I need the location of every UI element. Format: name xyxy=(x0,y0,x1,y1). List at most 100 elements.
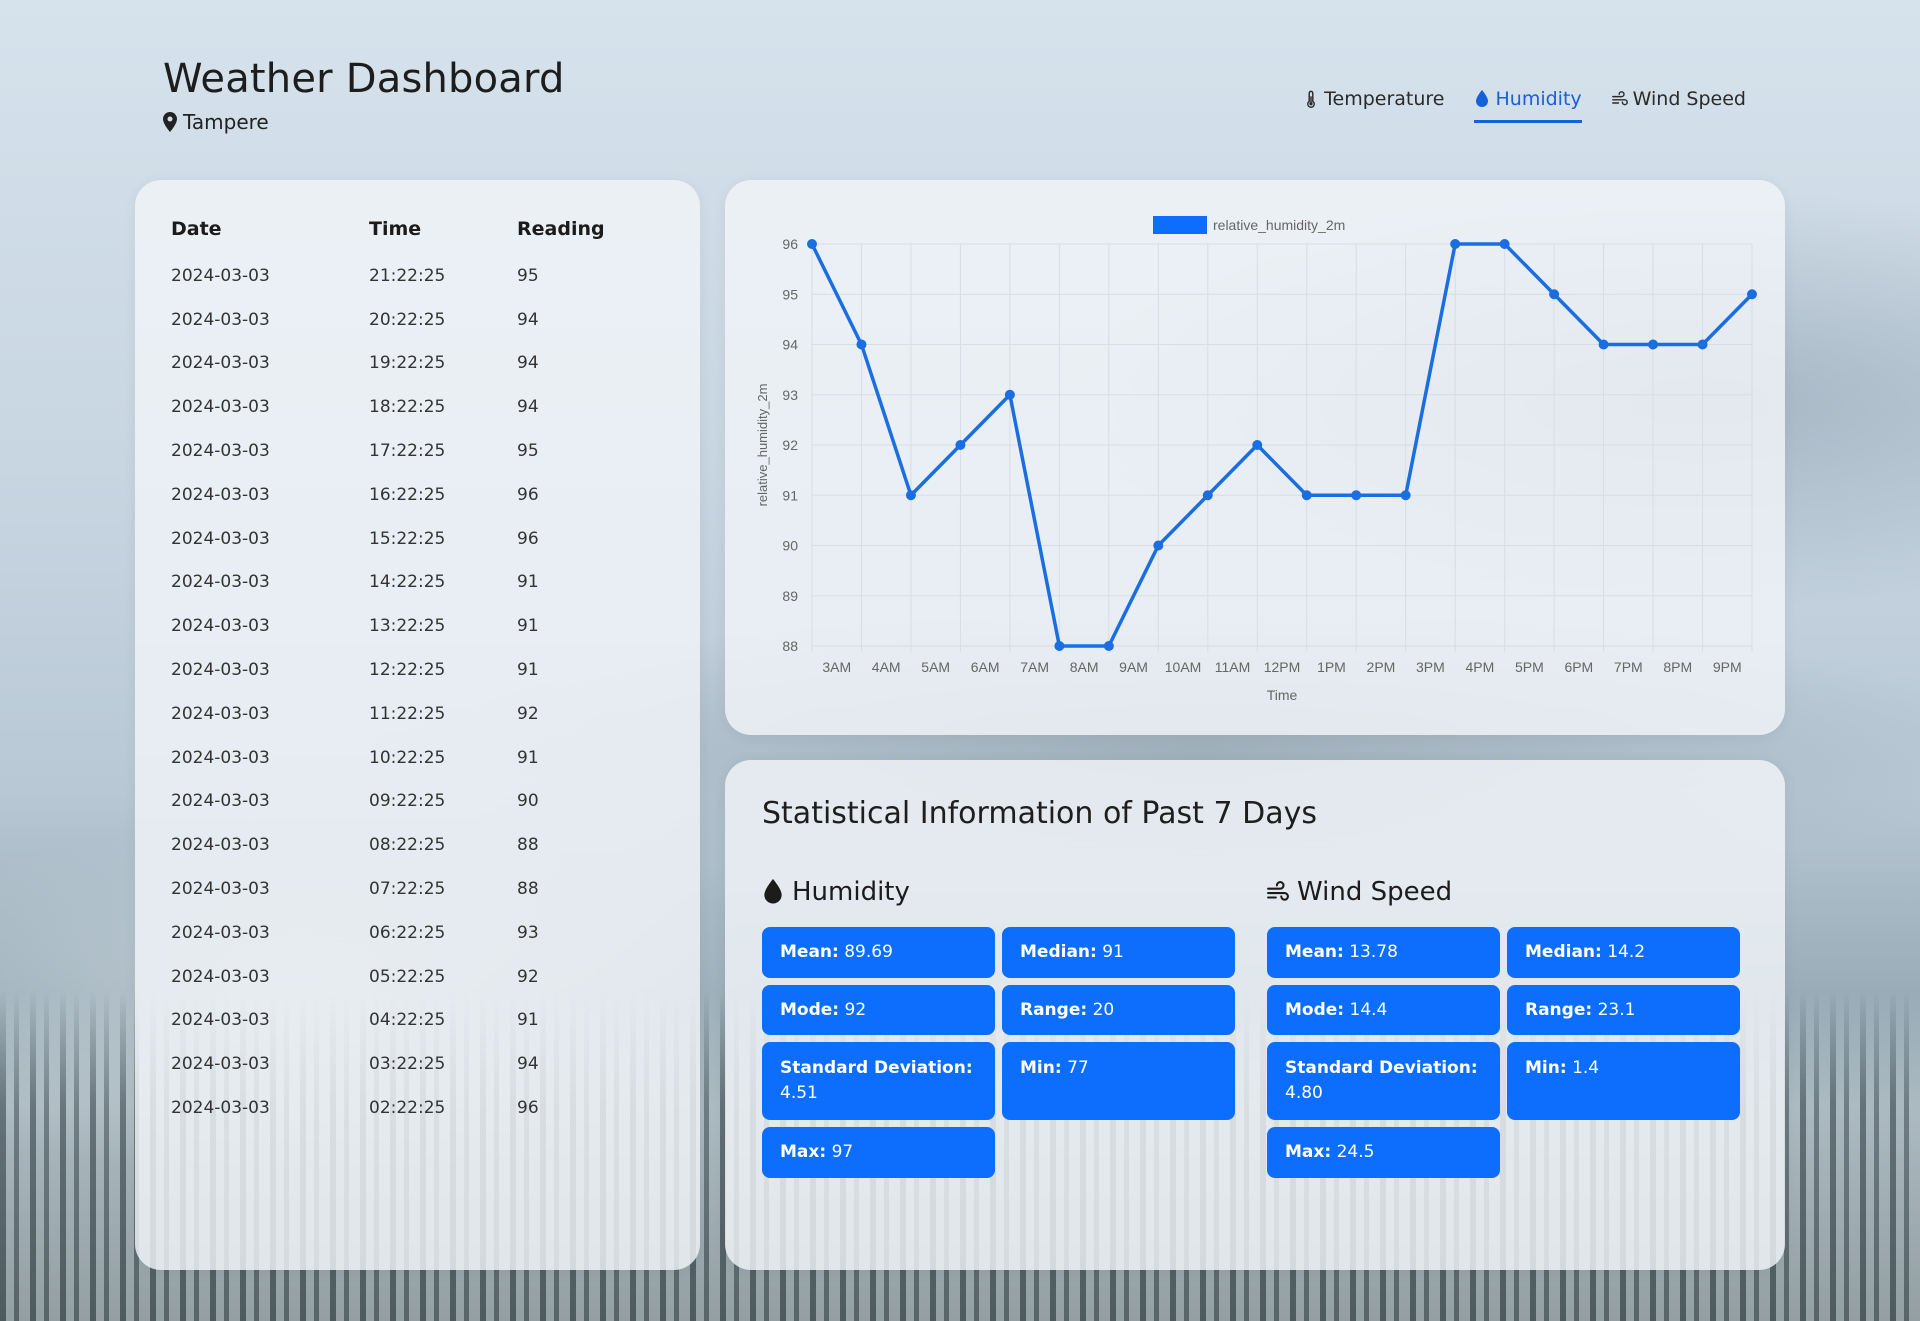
table-row: 2024-03-03 03:22:25 94 xyxy=(171,1042,664,1086)
stat-label: Range: xyxy=(1020,999,1088,1020)
legend-label: relative_humidity_2m xyxy=(1213,217,1345,233)
data-point xyxy=(1499,239,1510,249)
stat-value: 23.1 xyxy=(1597,999,1636,1020)
y-axis-label: relative_humidity_2m xyxy=(755,384,770,507)
x-tick-label: 6PM xyxy=(1564,659,1593,675)
stat-value: 92 xyxy=(844,999,867,1020)
table-header: Date Time Reading xyxy=(171,218,664,240)
cell-time: 09:22:25 xyxy=(369,791,446,812)
cell-reading: 91 xyxy=(517,747,539,768)
stat-box: Median: 14.2 xyxy=(1507,927,1740,978)
y-tick-label: 92 xyxy=(782,437,798,453)
table-row: 2024-03-03 04:22:25 91 xyxy=(171,999,664,1043)
cell-date: 2024-03-03 xyxy=(171,1054,270,1075)
stat-box: Mean: 13.78 xyxy=(1267,927,1500,978)
stat-value: 13.78 xyxy=(1349,942,1398,962)
stat-label: Max: xyxy=(1285,1142,1332,1163)
data-point xyxy=(1648,339,1659,350)
stat-box: Max: 24.5 xyxy=(1267,1127,1500,1178)
stat-box: Mode: 14.4 xyxy=(1267,984,1500,1036)
data-point xyxy=(1549,289,1560,300)
tab-wind-speed[interactable]: Wind Speed xyxy=(1611,88,1746,123)
x-tick-label: 7PM xyxy=(1614,659,1643,675)
cell-time: 03:22:25 xyxy=(369,1054,446,1075)
column-header-date: Date xyxy=(171,218,222,240)
cell-date: 2024-03-03 xyxy=(171,309,270,330)
data-point xyxy=(807,239,817,249)
cell-date: 2024-03-03 xyxy=(171,484,270,505)
stat-value: 1.4 xyxy=(1572,1058,1600,1079)
cell-date: 2024-03-03 xyxy=(171,528,270,549)
table-row: 2024-03-03 14:22:25 91 xyxy=(171,561,664,605)
tab-humidity[interactable]: Humidity xyxy=(1474,88,1582,123)
x-tick-label: 10AM xyxy=(1165,659,1202,675)
cell-reading: 92 xyxy=(517,966,539,987)
thermometer-icon xyxy=(1307,90,1316,108)
stat-box: Standard Deviation: 4.51 xyxy=(762,1042,995,1121)
cell-reading: 94 xyxy=(517,397,539,418)
x-tick-label: 4AM xyxy=(872,659,901,675)
y-tick-label: 91 xyxy=(782,487,798,503)
stat-value: 77 xyxy=(1067,1058,1089,1079)
cell-time: 08:22:25 xyxy=(369,835,446,856)
stat-label: Standard Deviation: xyxy=(1285,1058,1478,1079)
droplet-icon xyxy=(1476,90,1489,107)
cell-reading: 91 xyxy=(517,1010,539,1031)
y-tick-label: 94 xyxy=(782,337,798,353)
data-point xyxy=(1301,490,1312,501)
cell-reading: 94 xyxy=(517,1054,539,1075)
y-tick-label: 89 xyxy=(782,588,798,604)
cell-time: 21:22:25 xyxy=(369,265,446,286)
data-point xyxy=(1103,641,1114,651)
stat-label: Median: xyxy=(1525,942,1602,962)
table-row: 2024-03-03 12:22:25 91 xyxy=(171,648,664,692)
cell-date: 2024-03-03 xyxy=(171,616,270,637)
table-row: 2024-03-03 08:22:25 88 xyxy=(171,823,664,867)
humidity-chart: 88 89 90 91 92 93 94 95 96 3AM 4AM 5AM 6AM 7AM 8AM 9AM 1… xyxy=(725,180,1785,735)
stat-box: Range: 20 xyxy=(1002,984,1235,1036)
data-point xyxy=(955,440,966,450)
cell-date: 2024-03-03 xyxy=(171,353,270,374)
stat-label: Mode: xyxy=(1285,999,1345,1020)
tab-temperature[interactable]: Temperature xyxy=(1303,88,1444,123)
cell-time: 15:22:25 xyxy=(369,528,446,549)
table-row: 2024-03-03 07:22:25 88 xyxy=(171,867,664,911)
table-row: 2024-03-03 11:22:25 92 xyxy=(171,692,664,736)
readings-table: Date Time Reading 2024-03-03 21:22:25 95 20… xyxy=(135,180,700,1270)
stat-label: Standard Deviation: xyxy=(780,1058,973,1079)
cell-date: 2024-03-03 xyxy=(171,265,270,286)
cell-date: 2024-03-03 xyxy=(171,703,270,724)
cell-date: 2024-03-03 xyxy=(171,1098,270,1119)
cell-date: 2024-03-03 xyxy=(171,791,270,812)
stat-box: Median: 91 xyxy=(1002,927,1235,978)
cell-reading: 88 xyxy=(517,879,539,900)
cell-time: 13:22:25 xyxy=(369,616,446,637)
statistics-title: Statistical Information of Past 7 Days xyxy=(762,796,1317,831)
stat-box: Min: 77 xyxy=(1002,1042,1235,1121)
table-row: 2024-03-03 10:22:25 91 xyxy=(171,736,664,780)
cell-date: 2024-03-03 xyxy=(171,660,270,681)
y-tick-label: 95 xyxy=(782,286,798,302)
stat-groups: Humidity Mean: 89.69 Median: 91 Mode: 92 Ra… xyxy=(762,877,1748,1178)
page-title: Weather Dashboard xyxy=(163,56,565,102)
data-point xyxy=(1153,540,1164,551)
stat-value: 97 xyxy=(831,1142,854,1163)
stat-label: Mean: xyxy=(780,942,839,962)
stat-label: Max: xyxy=(780,1142,827,1163)
droplet-icon xyxy=(764,879,782,904)
cell-reading: 91 xyxy=(517,616,539,637)
x-tick-label: 8PM xyxy=(1663,659,1692,675)
table-row: 2024-03-03 16:22:25 96 xyxy=(171,473,664,517)
stat-value: 14.2 xyxy=(1607,942,1646,962)
humidity-line-chart: 88 89 90 91 92 93 94 95 96 3AM 4AM 5AM 6AM 7AM 8AM 9AM 1… xyxy=(755,216,1757,703)
y-tick-label: 96 xyxy=(782,236,798,252)
cell-date: 2024-03-03 xyxy=(171,835,270,856)
wind-icon xyxy=(1611,91,1628,106)
stat-box: Range: 23.1 xyxy=(1507,984,1740,1036)
stat-box: Mode: 92 xyxy=(762,984,995,1036)
cell-reading: 91 xyxy=(517,572,539,593)
y-tick-label: 90 xyxy=(782,538,798,554)
data-point xyxy=(1202,490,1213,501)
stat-grid: Mean: 89.69 Median: 91 Mode: 92 Range: 20 St… xyxy=(762,927,1237,1178)
data-point xyxy=(1747,289,1757,300)
